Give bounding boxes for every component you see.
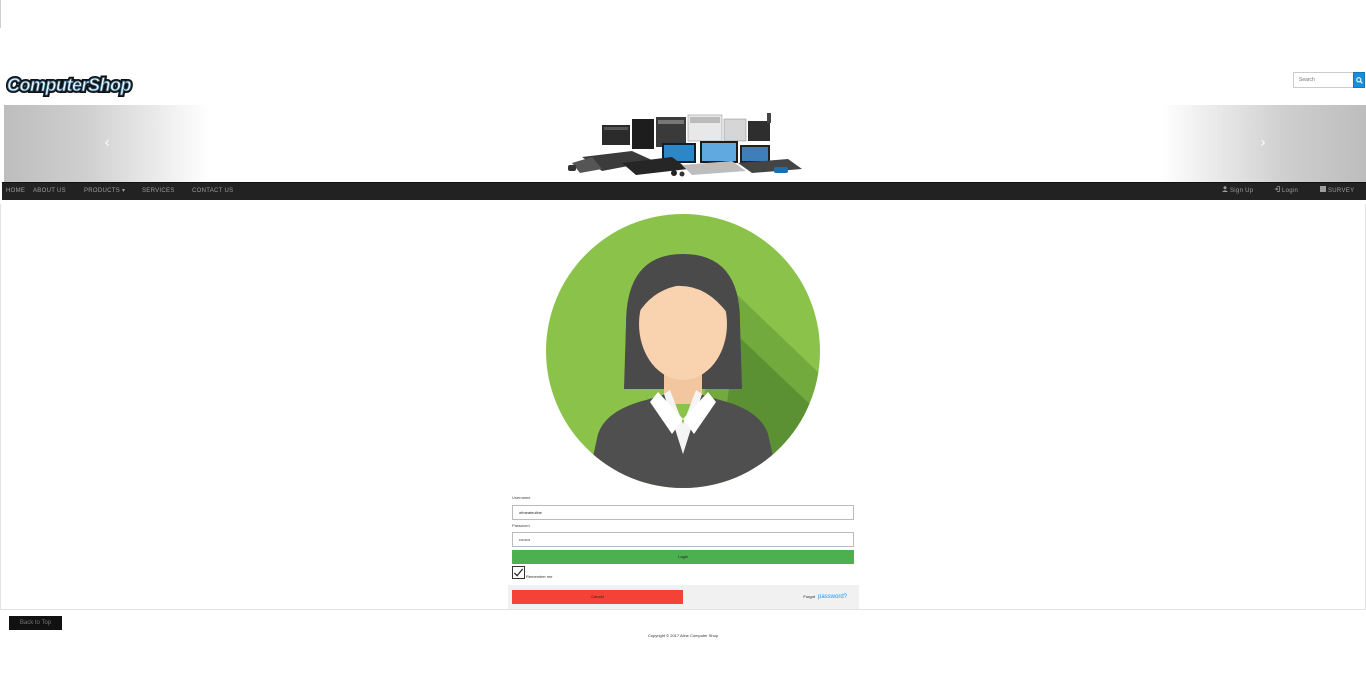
forgot-text: Forgot [803,594,815,599]
nav-products-dropdown[interactable]: PRODUCTS ▾ [84,183,125,201]
image-carousel: ‹ › [4,105,1366,182]
nav-login[interactable]: Login [1274,183,1298,201]
nav-contact-us[interactable]: CONTACT US [192,183,233,201]
chevron-right-icon[interactable]: › [1256,135,1270,151]
forgot-password-link[interactable]: password? [818,594,847,600]
search-icon [1355,76,1363,84]
main-navbar: HOME ABOUT US PRODUCTS ▾ SERVICES CONTAC… [2,182,1366,200]
nav-survey[interactable]: SURVEY [1320,183,1354,201]
search-bar [1293,72,1365,88]
login-icon [1274,186,1280,192]
copyright-text: Copyright © 2017 Aline Computer Shop [647,633,719,638]
computershop-logo[interactable]: ComputerShop ComputerShop [3,70,149,100]
list-icon [1320,186,1326,192]
username-label: Username [512,495,531,500]
back-to-top-button[interactable]: Back to Top [9,616,62,630]
corner-divider [0,0,1,28]
remember-label: Remember me [526,574,553,579]
nav-about-us[interactable]: ABOUT US [33,183,66,201]
login-button[interactable]: Login [512,550,854,564]
chevron-left-icon[interactable]: ‹ [100,135,114,151]
nav-sign-up-label: Sign Up [1230,188,1254,194]
nav-survey-label: SURVEY [1328,188,1355,194]
carousel-slide-image [568,113,802,177]
nav-sign-up[interactable]: Sign Up [1222,183,1253,201]
carousel-prev-control[interactable]: ‹ [4,105,209,182]
checkmark-icon [513,568,524,577]
search-input[interactable] [1293,72,1353,88]
user-icon [1222,186,1228,192]
nav-services[interactable]: SERVICES [142,183,175,201]
nav-home[interactable]: HOME [6,183,25,201]
remember-me: Remember me [512,566,552,579]
password-field[interactable]: •••••••• [512,532,854,547]
nav-login-label: Login [1282,188,1299,194]
password-label: Password [512,523,530,528]
search-button[interactable] [1353,72,1365,88]
svg-text:ComputerShop: ComputerShop [7,75,131,95]
cancel-button[interactable]: Cancel [512,590,683,604]
forgot-password: Forgot password? [803,594,847,600]
woman-avatar-image [546,214,820,488]
page: ComputerShop ComputerShop ‹ › [0,0,1366,676]
username-field[interactable]: ofmeateuline [512,505,854,520]
remember-checkbox[interactable] [512,566,525,579]
form-footer: Cancel Forgot password? [508,585,859,609]
